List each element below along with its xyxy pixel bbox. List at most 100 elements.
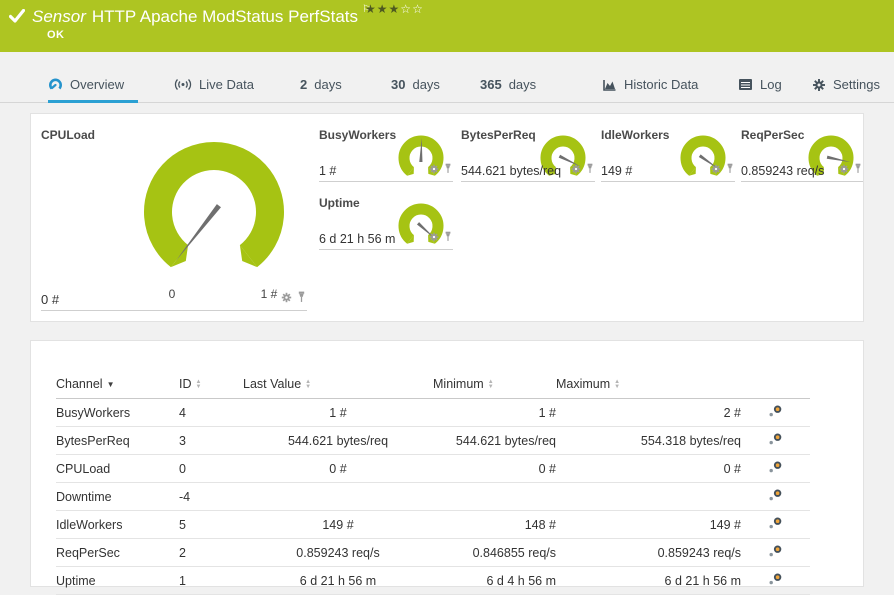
maximum-cell: 0 # bbox=[556, 454, 741, 483]
column-header-id[interactable]: ID ▲ ▼ bbox=[179, 377, 243, 399]
minimum-cell: 544.621 bytes/req bbox=[433, 426, 556, 455]
page-title: HTTP Apache ModStatus PerfStats bbox=[91, 7, 359, 26]
table-row: BytesPerReq 3 544.621 bytes/req 544.621 … bbox=[56, 426, 810, 455]
live-icon bbox=[174, 79, 192, 90]
gauge-settings-gear-icon[interactable] bbox=[429, 229, 439, 247]
gauge-title: BytesPerReq bbox=[461, 128, 536, 142]
tab-label: days bbox=[314, 77, 342, 92]
tab-365-days[interactable]: 365 days bbox=[480, 68, 536, 101]
tab-live-data[interactable]: Live Data bbox=[174, 68, 254, 101]
maximum-cell: 6 d 21 h 56 m bbox=[556, 566, 741, 595]
maximum-cell bbox=[556, 482, 741, 511]
gauge-value: 544.621 bytes/req bbox=[461, 164, 562, 178]
last-value-cell bbox=[243, 482, 433, 511]
column-header-last-value[interactable]: Last Value ▲ ▼ bbox=[243, 377, 433, 399]
channel-name-cell[interactable]: IdleWorkers bbox=[56, 510, 179, 539]
maximum-cell: 2 # bbox=[556, 398, 741, 427]
tab-label: Live Data bbox=[199, 77, 254, 92]
table-row: CPULoad 0 0 # 0 # 0 # bbox=[56, 454, 810, 483]
gauge-pin-icon[interactable] bbox=[444, 229, 452, 247]
gauge-settings-gear-icon[interactable] bbox=[571, 161, 581, 179]
gauge-settings-gear-icon[interactable] bbox=[429, 161, 439, 179]
gauge-pin-icon[interactable] bbox=[586, 161, 594, 179]
minimum-cell: 1 # bbox=[433, 398, 556, 427]
gauge-tile-bytesperreq[interactable]: BytesPerReq 544.621 bytes/req bbox=[461, 128, 595, 182]
gauge-value: 0.859243 req/s bbox=[741, 164, 825, 178]
last-value-cell: 0.859243 req/s bbox=[243, 538, 433, 567]
channel-settings-button[interactable] bbox=[767, 488, 784, 502]
gauge-title: Uptime bbox=[319, 196, 360, 210]
tab-label: Overview bbox=[70, 76, 125, 92]
gauge-pin-icon[interactable] bbox=[444, 161, 452, 179]
gauge-settings-gear-icon[interactable] bbox=[281, 290, 292, 308]
wrench-icon bbox=[769, 489, 782, 501]
gauge-title: BusyWorkers bbox=[319, 128, 397, 142]
sensor-title-bar: Sensor HTTP Apache ModStatus PerfStats ⚐ ★… bbox=[0, 0, 894, 52]
tab-2-days[interactable]: 2 days bbox=[300, 68, 342, 101]
status-ok-check-icon bbox=[8, 8, 26, 28]
wrench-icon bbox=[769, 573, 782, 585]
table-row: Uptime 1 6 d 21 h 56 m 6 d 4 h 56 m 6 d … bbox=[56, 566, 810, 595]
channel-id-cell: 4 bbox=[179, 398, 243, 427]
gauge-value: 149 # bbox=[601, 164, 633, 178]
channel-name-cell[interactable]: Uptime bbox=[56, 566, 179, 595]
column-header-minimum[interactable]: Minimum ▲ ▼ bbox=[433, 377, 556, 399]
table-row: BusyWorkers 4 1 # 1 # 2 # bbox=[56, 398, 810, 427]
last-value-cell: 6 d 21 h 56 m bbox=[243, 566, 433, 595]
channel-settings-button[interactable] bbox=[767, 432, 784, 446]
gauge-tile-idleworkers[interactable]: IdleWorkers 149 # bbox=[601, 128, 735, 182]
column-header-channel[interactable]: Channel ▼ bbox=[56, 377, 179, 399]
channel-settings-button[interactable] bbox=[767, 516, 784, 530]
gauge-title: CPULoad bbox=[41, 128, 95, 142]
channel-settings-button[interactable] bbox=[767, 572, 784, 586]
tab-number: 30 bbox=[391, 77, 406, 92]
channel-settings-button[interactable] bbox=[767, 460, 784, 474]
channel-name-cell[interactable]: ReqPerSec bbox=[56, 538, 179, 567]
gauge-value: 1 # bbox=[319, 164, 337, 178]
column-header-maximum[interactable]: Maximum ▲ ▼ bbox=[556, 377, 741, 399]
gauge-tile-busyworkers[interactable]: BusyWorkers 1 # bbox=[319, 128, 453, 182]
channel-table: Channel ▼ ID ▲ ▼ Last Value ▲ ▼ Minimum ▲ ▼ Max… bbox=[56, 377, 810, 595]
last-value-cell: 0 # bbox=[243, 454, 433, 483]
channel-settings-button[interactable] bbox=[767, 404, 784, 418]
star-filled-icon[interactable]: ★ bbox=[377, 2, 389, 16]
tab-historic-data[interactable]: Historic Data bbox=[602, 68, 698, 101]
gauge-tile-reqpersec[interactable]: ReqPerSec 0.859243 req/s bbox=[741, 128, 863, 182]
tab-label: days bbox=[412, 77, 440, 92]
last-value-cell: 1 # bbox=[243, 398, 433, 427]
channel-id-cell: -4 bbox=[179, 482, 243, 511]
gauge-pin-icon[interactable] bbox=[297, 290, 306, 308]
wrench-icon bbox=[769, 433, 782, 445]
tab-overview[interactable]: Overview bbox=[48, 68, 139, 103]
status-badge: OK bbox=[47, 29, 65, 41]
tab-bar: Overview Live Data 2 days 30 days 365 da… bbox=[0, 68, 894, 103]
channel-name-cell[interactable]: CPULoad bbox=[56, 454, 179, 483]
star-empty-icon[interactable]: ☆ bbox=[400, 2, 412, 16]
gauge-settings-gear-icon[interactable] bbox=[711, 161, 721, 179]
gauge-settings-gear-icon[interactable] bbox=[839, 161, 849, 179]
priority-stars[interactable]: ★★★☆☆ bbox=[365, 2, 424, 16]
maximum-cell: 554.318 bytes/req bbox=[556, 426, 741, 455]
tab-label: Settings bbox=[833, 77, 880, 92]
channel-id-cell: 3 bbox=[179, 426, 243, 455]
channel-name-cell[interactable]: BytesPerReq bbox=[56, 426, 179, 455]
sort-icon: ▲ ▼ bbox=[195, 378, 202, 390]
tab-log[interactable]: Log bbox=[738, 68, 782, 101]
channel-settings-button[interactable] bbox=[767, 544, 784, 558]
gauge-tile-cpuload[interactable]: CPULoad 0 1 # 0 # bbox=[41, 128, 307, 311]
gauge-tile-uptime[interactable]: Uptime 6 d 21 h 56 m bbox=[319, 196, 453, 250]
gear-icon bbox=[813, 78, 825, 91]
channel-name-cell[interactable]: Downtime bbox=[56, 482, 179, 511]
gauge-pin-icon[interactable] bbox=[726, 161, 734, 179]
gauge-scale-max: 1 # bbox=[260, 287, 278, 301]
star-empty-icon[interactable]: ☆ bbox=[412, 2, 424, 16]
tab-settings[interactable]: Settings bbox=[812, 68, 880, 101]
channel-name-cell[interactable]: BusyWorkers bbox=[56, 398, 179, 427]
channel-id-cell: 1 bbox=[179, 566, 243, 595]
tab-30-days[interactable]: 30 days bbox=[391, 68, 440, 101]
star-filled-icon[interactable]: ★ bbox=[389, 2, 401, 16]
gauge-pin-icon[interactable] bbox=[854, 161, 862, 179]
star-filled-icon[interactable]: ★ bbox=[365, 2, 377, 16]
log-icon bbox=[739, 79, 752, 90]
table-header-row: Channel ▼ ID ▲ ▼ Last Value ▲ ▼ Minimum ▲ ▼ Max… bbox=[56, 377, 810, 399]
